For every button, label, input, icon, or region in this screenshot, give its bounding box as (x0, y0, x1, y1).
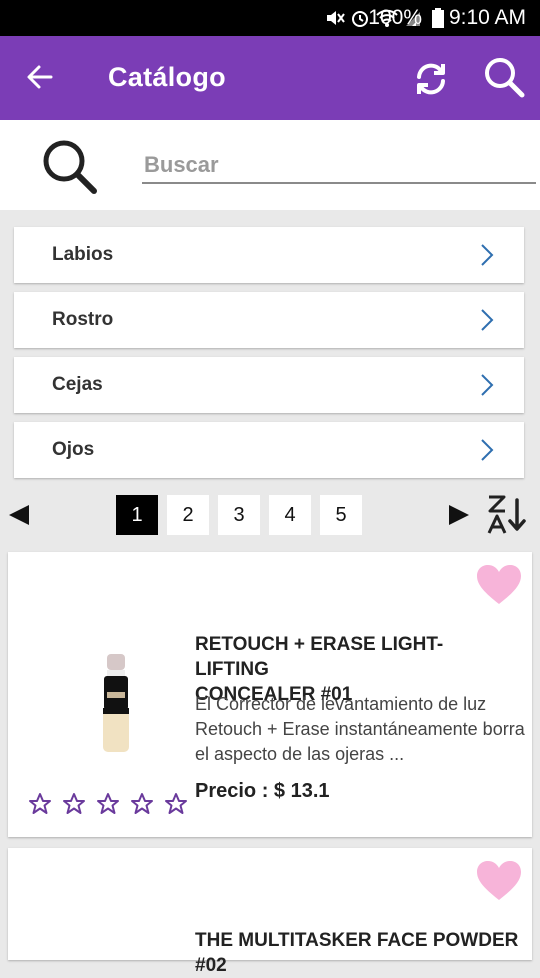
star-outline-icon[interactable] (96, 792, 120, 816)
chevron-right-icon (481, 439, 494, 461)
heart-icon[interactable] (476, 564, 522, 606)
app-bar: Catálogo (0, 36, 540, 120)
star-outline-icon[interactable] (164, 792, 188, 816)
sort-z-a-icon[interactable] (486, 494, 528, 536)
search-section (0, 120, 540, 210)
previous-page-icon[interactable] (8, 504, 30, 526)
search-input[interactable] (142, 148, 536, 184)
category-label: Rostro (52, 309, 114, 330)
star-outline-icon[interactable] (62, 792, 86, 816)
star-outline-icon[interactable] (130, 792, 154, 816)
battery-percent: 100% (368, 6, 422, 29)
product-name-line: RETOUCH + ERASE LIGHT-LIFTING (195, 634, 444, 680)
category-item-labios[interactable]: Labios (14, 227, 524, 283)
product-name: THE MULTITASKER FACE POWDER #02 (195, 930, 519, 976)
back-arrow-icon[interactable] (24, 62, 54, 92)
page-button-5[interactable]: 5 (320, 495, 362, 535)
product-price: Precio : $ 13.1 (195, 780, 330, 802)
battery-icon (432, 8, 444, 28)
category-item-cejas[interactable]: Cejas (14, 357, 524, 413)
page-title: Catálogo (108, 62, 226, 92)
product-card[interactable]: THE MULTITASKER FACE POWDER #02 (8, 848, 532, 976)
page-button-4[interactable]: 4 (269, 495, 311, 535)
status-bar: 100% 9:10 AM (0, 0, 540, 36)
star-outline-icon[interactable] (28, 792, 52, 816)
page-button-3[interactable]: 3 (218, 495, 260, 535)
category-item-ojos[interactable]: Ojos (14, 422, 524, 478)
pagination: 1 2 3 4 5 (0, 494, 540, 536)
category-label: Cejas (52, 374, 103, 395)
category-label: Labios (52, 244, 114, 265)
rating-stars[interactable] (28, 792, 188, 816)
chevron-right-icon (481, 374, 494, 396)
heart-icon[interactable] (476, 860, 522, 902)
product-image (103, 654, 129, 752)
product-card[interactable]: RETOUCH + ERASE LIGHT-LIFTING CONCEALER … (8, 552, 532, 837)
page-button-2[interactable]: 2 (167, 495, 209, 535)
category-item-rostro[interactable]: Rostro (14, 292, 524, 348)
product-description: El Corrector de levantamiento de luz Ret… (195, 694, 525, 764)
chevron-right-icon (481, 309, 494, 331)
refresh-icon[interactable] (412, 60, 450, 98)
category-label: Ojos (52, 439, 95, 460)
clock: 9:10 AM (448, 6, 526, 29)
alarm-icon (352, 11, 368, 27)
next-page-icon[interactable] (448, 504, 470, 526)
mute-icon (327, 11, 345, 25)
chevron-right-icon (481, 244, 494, 266)
search-icon[interactable] (482, 55, 526, 99)
page-button-1[interactable]: 1 (116, 495, 158, 535)
search-icon (43, 140, 97, 194)
